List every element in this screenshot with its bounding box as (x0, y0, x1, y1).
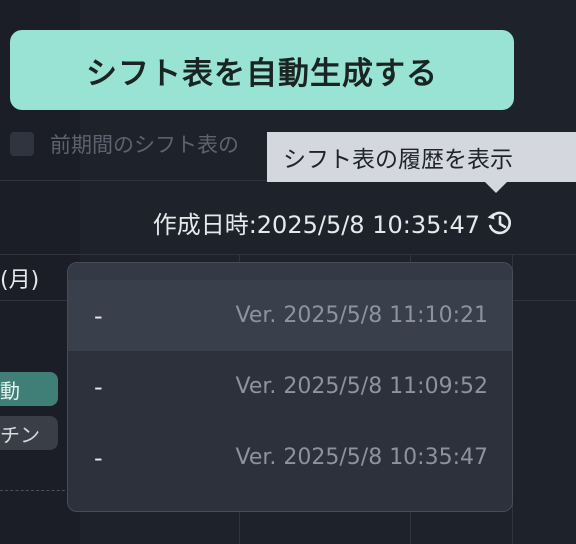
previous-period-checkbox[interactable] (10, 132, 34, 156)
history-item-version: Ver. 2025/5/8 10:35:47 (235, 445, 489, 470)
calendar-dashed-line (0, 490, 70, 491)
history-item-name: - (94, 301, 103, 330)
shift-chip-label: 動 (0, 378, 20, 403)
shift-chip[interactable]: 動 (0, 372, 58, 406)
history-item-version: Ver. 2025/5/8 11:09:52 (235, 374, 489, 399)
history-dropdown-header (68, 263, 512, 280)
created-datetime: 作成日時:2025/5/8 10:35:47 (152, 210, 480, 239)
generate-shift-button[interactable]: シフト表を自動生成する (10, 30, 514, 110)
history-icon[interactable] (484, 208, 516, 238)
shift-chip[interactable]: チン (0, 416, 58, 450)
previous-period-label: 前期間のシフト表の (50, 133, 239, 157)
shift-chip-label: チン (0, 422, 40, 447)
calendar-header-top-line (0, 254, 576, 255)
history-tooltip: シフト表の履歴を表示 (267, 132, 576, 182)
history-item[interactable]: - Ver. 2025/5/8 10:35:47 (68, 422, 512, 493)
history-item[interactable]: - Ver. 2025/5/8 11:09:52 (68, 351, 512, 422)
history-dropdown: - Ver. 2025/5/8 11:10:21 - Ver. 2025/5/8… (67, 262, 513, 512)
history-tooltip-arrow (485, 182, 507, 193)
history-item-name: - (94, 443, 103, 472)
history-item[interactable]: - Ver. 2025/5/8 11:10:21 (68, 280, 512, 351)
previous-period-option[interactable]: 前期間のシフト表の (10, 128, 239, 160)
calendar-day-label: (月) (0, 268, 40, 293)
history-item-name: - (94, 372, 103, 401)
history-item-version: Ver. 2025/5/8 11:10:21 (235, 303, 489, 328)
